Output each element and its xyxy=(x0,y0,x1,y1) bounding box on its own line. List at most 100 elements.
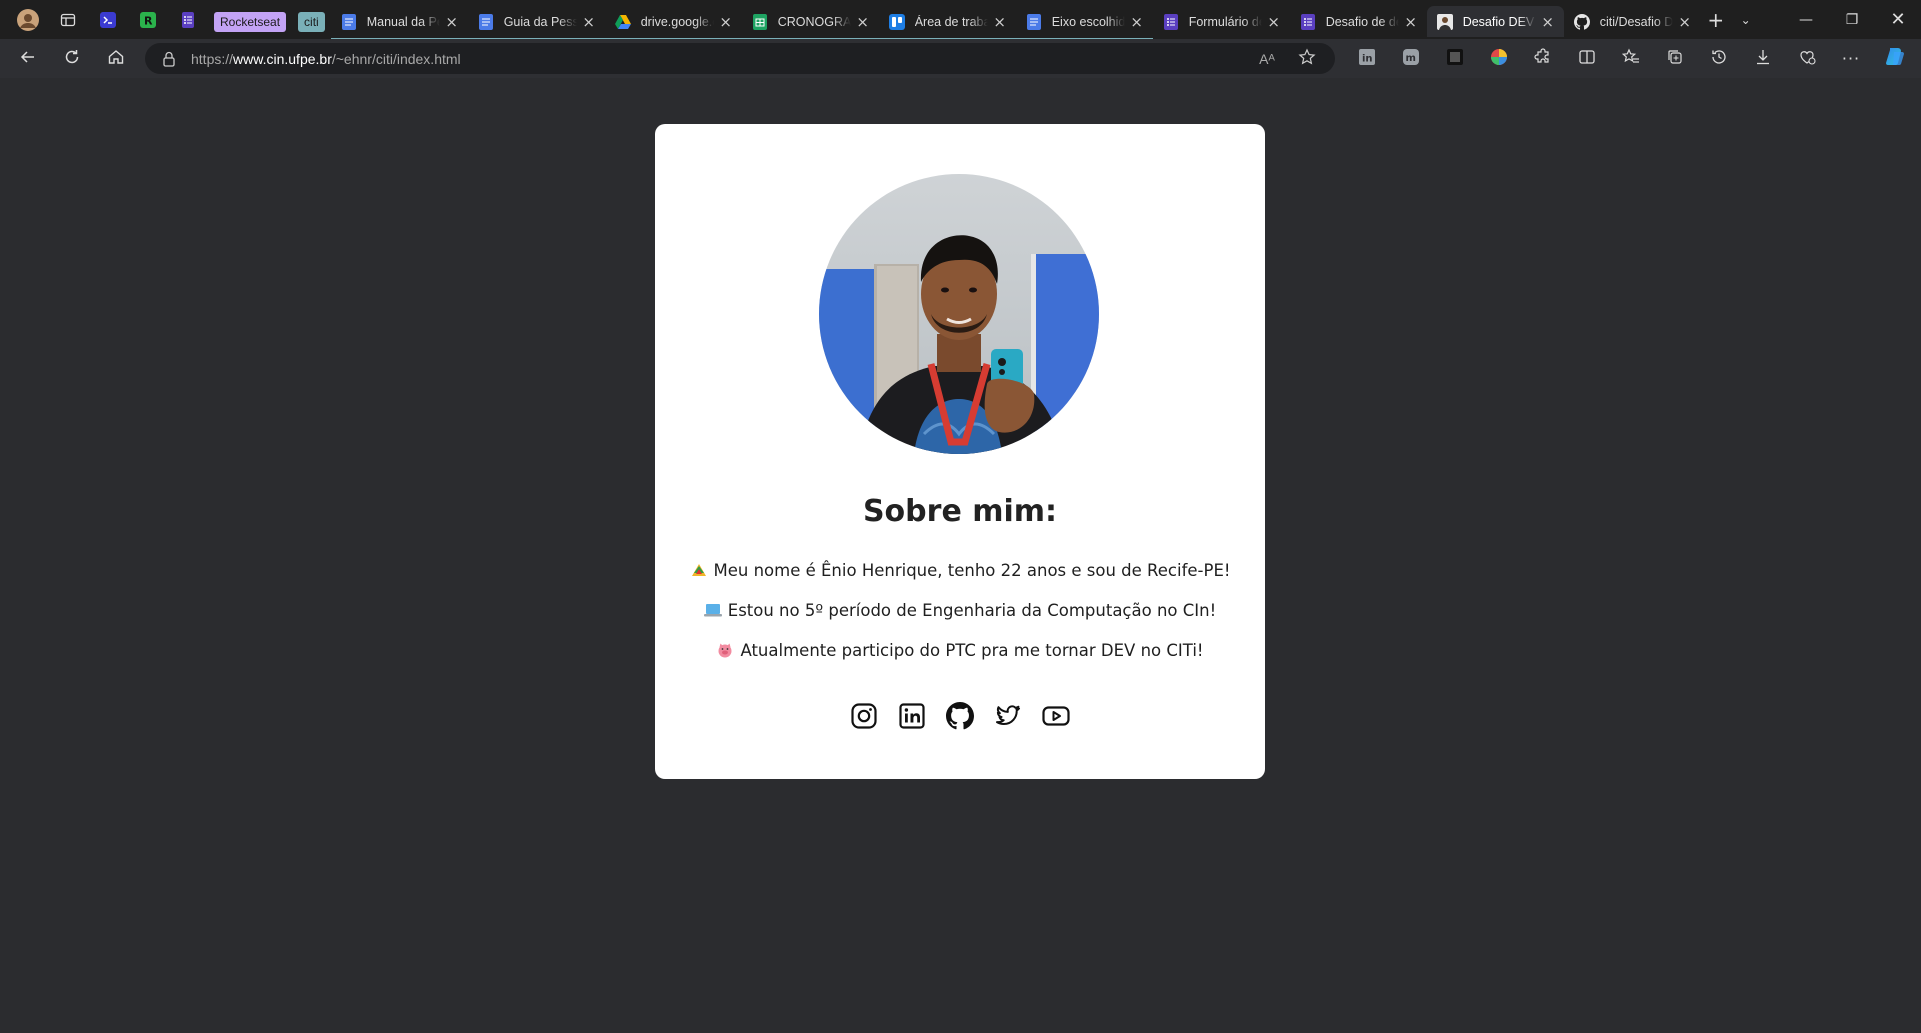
tab-github[interactable]: citi/Desafio DEV × xyxy=(1564,6,1701,37)
copilot-button[interactable] xyxy=(1873,41,1917,77)
close-icon[interactable]: × xyxy=(1266,14,1282,30)
bio-line-course: Estou no 5º período de Engenharia da Com… xyxy=(655,600,1265,621)
url-prefix: https:// xyxy=(191,50,234,67)
svg-text:m: m xyxy=(1406,53,1416,64)
lock-icon[interactable] xyxy=(151,51,187,67)
favorite-button[interactable] xyxy=(1287,43,1327,74)
bio-list: Meu nome é Ênio Henrique, tenho 22 anos … xyxy=(655,560,1265,680)
svg-text:in: in xyxy=(1362,53,1373,64)
tab-pinned-forms[interactable] xyxy=(168,6,208,37)
tab-strip: R Rocketseat citi Manual da Pessoa × Gui… xyxy=(0,0,1921,40)
extensions-button[interactable] xyxy=(1521,41,1565,77)
back-button[interactable] xyxy=(6,41,50,77)
split-screen-icon xyxy=(1578,48,1596,70)
split-screen-button[interactable] xyxy=(1565,41,1609,77)
close-icon[interactable]: × xyxy=(718,14,734,30)
performance-button[interactable] xyxy=(1785,41,1829,77)
tab-guia[interactable]: Guia da Pessoa × xyxy=(467,6,605,40)
tab-title: Formulário de xyxy=(1188,14,1262,29)
plus-icon: + xyxy=(1707,7,1725,32)
tab-title: citi/Desafio DEV xyxy=(1599,14,1673,29)
close-icon: ✕ xyxy=(1890,9,1906,30)
extension-color-button[interactable] xyxy=(1477,41,1521,77)
favorites-button[interactable] xyxy=(1609,41,1653,77)
tab-title: CRONOGRAMA xyxy=(777,14,851,29)
close-icon[interactable]: × xyxy=(444,14,460,30)
extension-linkedin-button[interactable]: in xyxy=(1345,41,1389,77)
terminal-icon xyxy=(100,12,116,31)
chevron-down-icon: ⌄ xyxy=(1740,12,1751,27)
url-path: /~ehnr/citi/index.html xyxy=(331,50,461,67)
star-icon xyxy=(1298,48,1316,70)
heart-pulse-icon xyxy=(1798,48,1816,70)
youtube-icon[interactable] xyxy=(1041,701,1071,731)
instagram-icon[interactable] xyxy=(849,701,879,731)
address-bar[interactable]: https://www.cin.ufpe.br/~ehnr/citi/index… xyxy=(145,43,1335,74)
tab-manual[interactable]: Manual da Pessoa × xyxy=(330,6,468,40)
tab-desafio-dev-form[interactable]: Desafio de dev × xyxy=(1290,6,1427,37)
close-icon[interactable]: × xyxy=(1403,14,1419,30)
github-icon xyxy=(1573,13,1590,30)
puzzle-icon xyxy=(1534,47,1552,70)
extension-dark-button[interactable] xyxy=(1433,41,1477,77)
favorites-icon xyxy=(1621,48,1640,70)
tab-drive[interactable]: drive.google.com × xyxy=(604,6,742,40)
tab-actions-icon[interactable] xyxy=(48,0,88,39)
tab-title: Guia da Pessoa xyxy=(503,14,577,29)
history-button[interactable] xyxy=(1697,41,1741,77)
profile-avatar-icon[interactable] xyxy=(8,0,48,39)
linkedin-icon[interactable] xyxy=(897,701,927,731)
close-icon[interactable]: × xyxy=(855,14,871,30)
tab-list-button[interactable]: ⌄ xyxy=(1731,5,1761,35)
refresh-icon xyxy=(63,48,81,70)
close-window-button[interactable]: ✕ xyxy=(1875,0,1921,39)
read-aloud-button[interactable]: Aᴬ xyxy=(1247,43,1287,74)
tab-title: drive.google.com xyxy=(640,14,714,29)
close-icon[interactable]: × xyxy=(1129,14,1145,30)
profile-card: Sobre mim: Meu nome é Ênio Henrique, ten… xyxy=(655,124,1265,779)
new-tab-button[interactable]: + xyxy=(1701,5,1731,35)
docs-icon xyxy=(478,13,494,30)
close-icon[interactable]: × xyxy=(1540,14,1556,30)
tab-eixo[interactable]: Eixo escolhido × xyxy=(1015,6,1153,40)
drive-icon xyxy=(614,14,631,30)
tab-group-rocketseat[interactable]: Rocketseat xyxy=(208,6,292,37)
collections-icon xyxy=(1666,48,1684,70)
more-icon: ··· xyxy=(1841,49,1861,68)
home-icon xyxy=(107,48,125,70)
restore-icon: ❐ xyxy=(1845,11,1859,28)
close-icon[interactable]: × xyxy=(581,14,597,30)
close-icon[interactable]: × xyxy=(1677,14,1693,30)
tab-pinned-terminal[interactable] xyxy=(88,6,128,37)
close-icon[interactable]: × xyxy=(992,14,1008,30)
tab-title: Manual da Pessoa xyxy=(366,14,440,29)
forms-icon xyxy=(1300,13,1316,30)
tab-area-trabalho[interactable]: Área de trabalho × xyxy=(878,6,1016,40)
tab-group-citi[interactable]: citi xyxy=(292,6,331,37)
refresh-button[interactable] xyxy=(50,41,94,77)
rocket-r-icon: R xyxy=(140,12,156,31)
about-heading: Sobre mim: xyxy=(862,494,1058,529)
tab-title: Eixo escolhido xyxy=(1051,14,1125,29)
tab-pinned-rocket[interactable]: R xyxy=(128,6,168,37)
read-aloud-icon: Aᴬ xyxy=(1259,50,1275,67)
settings-more-button[interactable]: ··· xyxy=(1829,41,1873,77)
tab-group-label: citi xyxy=(298,11,325,32)
restore-button[interactable]: ❐ xyxy=(1829,0,1875,39)
m-extension-icon: m xyxy=(1403,48,1419,69)
twitter-icon[interactable] xyxy=(993,701,1023,731)
tab-desafio-dev-active[interactable]: Desafio DEV | CITi × xyxy=(1426,6,1564,37)
tab-formulario[interactable]: Formulário de × xyxy=(1153,6,1290,37)
laptop-icon xyxy=(703,602,722,618)
downloads-button[interactable] xyxy=(1741,41,1785,77)
collections-button[interactable] xyxy=(1653,41,1697,77)
url-text[interactable]: https://www.cin.ufpe.br/~ehnr/citi/index… xyxy=(191,51,461,67)
sheets-icon xyxy=(752,13,768,30)
history-icon xyxy=(1710,48,1728,70)
tab-cronograma[interactable]: CRONOGRAMA × xyxy=(741,6,879,40)
minimize-button[interactable]: — xyxy=(1783,0,1829,39)
home-button[interactable] xyxy=(94,41,138,77)
github-icon[interactable] xyxy=(945,701,975,731)
forms-icon xyxy=(1163,13,1179,30)
extension-m-button[interactable]: m xyxy=(1389,41,1433,77)
